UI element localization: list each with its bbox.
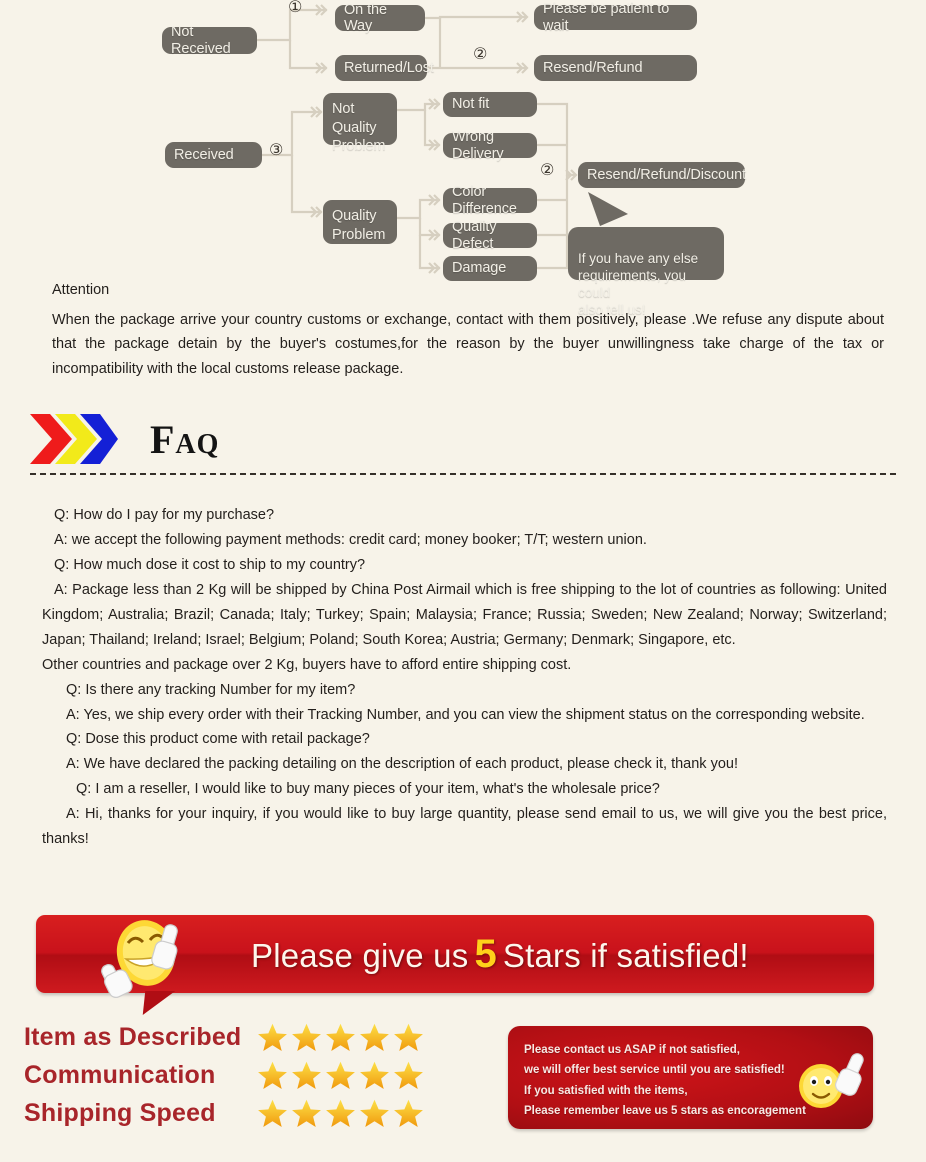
faq-line: A: Yes, we ship every order with their T… [66,706,865,723]
banner-text-before: Please give us [251,936,469,974]
attention-section: Attention When the package arrive your c… [52,282,884,381]
node-label: Received [174,146,234,163]
node-label: On the Way [344,1,387,34]
faq-line: Q: Dose this product come with retail pa… [66,731,370,748]
star-icon [258,1099,287,1127]
marker-two-bottom: ② [540,160,555,179]
faq-line: A: Package less than 2 Kg will be shippe… [42,581,887,648]
star-icon [292,1023,321,1051]
node-color-difference: Color Difference [443,184,537,217]
node-label: Quality Problem [332,208,386,243]
marker-two-top: ② [473,44,488,63]
star-icon [258,1023,287,1051]
star-icon [326,1023,355,1051]
node-not-fit: Not fit [443,92,537,117]
star-rating [256,1021,426,1054]
star-rating [256,1059,426,1092]
node-wrong-delivery: Wrong Delivery [443,129,537,162]
faq-line: Q: How do I pay for my purchase? [54,507,275,523]
rating-label: Shipping Speed [24,1098,216,1127]
rating-row: Item as Described [24,1018,474,1056]
banner-five: 5 [474,931,497,976]
rating-row: Communication [24,1056,474,1094]
node-label: Please be patient to wait [543,1,670,34]
star-icon [326,1099,355,1127]
node-label: Color Difference [452,184,517,217]
rating-label: Communication [24,1060,216,1089]
callout-extra-requirements: If you have any else requirements, you c… [568,227,724,317]
contact-us-note: Please contact us ASAP if not satisfied,… [508,1026,873,1129]
five-star-banner: Please give us 5 Stars if satisfied! [36,915,874,1015]
star-icon [394,1061,423,1089]
star-icon [394,1023,423,1051]
node-returned-lost: Returned/Lost [335,55,434,81]
node-label: Not fit [452,96,490,113]
node-please-be-patient: Please be patient to wait [534,1,697,34]
star-icon [292,1061,321,1089]
faq-line: A: we accept the following payment metho… [54,531,647,548]
node-label: Resend/Refund [543,59,643,76]
star-icon [360,1023,389,1051]
node-resend-refund-discount: Resend/Refund/Discount [578,162,747,188]
node-quality-problem: Quality Problem [323,200,397,244]
node-on-the-way: On the Way [335,1,425,34]
node-label: Damage [452,260,507,277]
callout-pointer [588,192,628,226]
laughing-thumbs-up-emoji-icon [101,920,178,998]
faq-title: Faq [150,416,220,462]
node-label: Returned/Lost [344,59,434,76]
node-label: Not Received [171,24,231,57]
banner-text-after: Stars if satisfied! [502,936,749,974]
star-icon [326,1061,355,1089]
marker-one: ① [288,0,303,16]
marker-three: ③ [269,140,284,159]
faq-line: A: Hi, thanks for your inquiry, if you w… [42,806,887,848]
attention-title: Attention [52,282,110,298]
ratings-list: Item as Described Communication Shipping… [24,1018,474,1132]
faq-line: Q: Is there any tracking Number for my i… [66,681,356,698]
node-label: Quality Defect [452,219,497,252]
star-rating [256,1097,426,1130]
faq-line: A: We have declared the packing detailin… [66,756,738,773]
star-icon [394,1099,423,1127]
rating-label: Item as Described [24,1022,242,1051]
faq-line: Other countries and package over 2 Kg, b… [42,656,572,673]
node-label: Wrong Delivery [452,129,504,162]
rating-row: Shipping Speed [24,1094,474,1132]
banner-text: Please give us 5 Stars if satisfied! [251,932,749,977]
node-resend-refund: Resend/Refund [534,55,697,81]
faq-header: Faq [28,408,908,470]
star-icon [360,1061,389,1089]
node-received: Received [165,142,262,168]
node-quality-defect: Quality Defect [443,219,537,252]
node-not-received: Not Received [162,24,257,57]
node-damage: Damage [443,256,537,281]
node-label: Resend/Refund/Discount [587,166,747,183]
faq-line: Q: How much dose it cost to ship to my c… [54,556,366,573]
faq-divider [30,473,896,475]
star-icon [258,1061,287,1089]
smiley-thumbs-up-emoji-icon [799,1053,864,1108]
returns-policy-flowchart: Not Received On the Way Returned/Lost Pl… [0,0,926,317]
star-icon [292,1099,321,1127]
node-label: Not Quality Problem [332,101,386,155]
node-not-quality-problem: Not Quality Problem [323,93,397,154]
chevron-arrows-icon [30,414,118,464]
star-icon [360,1099,389,1127]
attention-body: When the package arrive your country cus… [52,312,884,377]
faq-body: Q: How do I pay for my purchase? A: we a… [42,503,887,852]
faq-line: Q: I am a reseller, I would like to buy … [76,781,660,798]
